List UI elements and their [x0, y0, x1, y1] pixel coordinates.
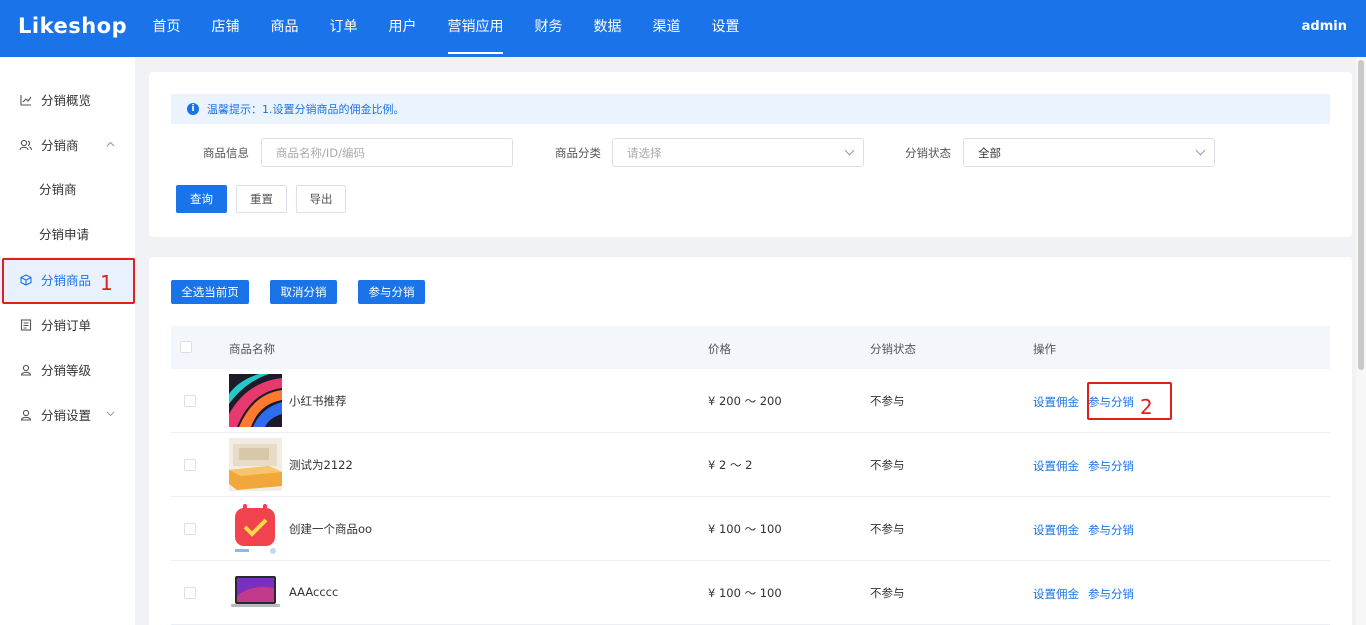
query-button[interactable]: 查询	[176, 185, 227, 213]
product-thumbnail	[229, 566, 282, 619]
nav-orders[interactable]: 订单	[314, 0, 373, 57]
row-checkbox[interactable]	[184, 395, 196, 407]
nav-finance[interactable]: 财务	[519, 0, 578, 57]
sidebar-item-label: 分销商	[41, 138, 79, 153]
sidebar-item-label: 分销概览	[41, 93, 92, 108]
user-icon	[19, 363, 32, 376]
scrollbar-thumb[interactable]	[1358, 60, 1364, 370]
sidebar-item-label: 分销设置	[41, 408, 92, 423]
nav-channel[interactable]: 渠道	[637, 0, 696, 57]
product-price: ¥ 200 ～ 200	[708, 394, 782, 408]
product-price: ¥ 100 ～ 100	[708, 522, 782, 536]
product-name: 小红书推荐	[289, 394, 347, 408]
goods-info-placeholder: 商品名称/ID/编码	[276, 145, 365, 160]
product-thumbnail	[229, 438, 282, 491]
header-ops: 操作	[1033, 342, 1056, 356]
set-commission-link[interactable]: 设置佣金	[1033, 394, 1079, 410]
chevron-down-icon	[1195, 145, 1206, 156]
join-distribution-link[interactable]: 参与分销	[1088, 522, 1134, 538]
header-price: 价格	[708, 342, 731, 356]
page-scrollbar[interactable]	[1356, 57, 1366, 625]
row-checkbox[interactable]	[184, 459, 196, 471]
users-icon	[19, 138, 32, 151]
join-distribution-link[interactable]: 参与分销	[1088, 458, 1134, 474]
sidebar-item-distributors[interactable]: 分销商	[0, 122, 135, 167]
sidebar: 分销概览 分销商 分销商 分销申请 分销商品 分销订单 分销等级 分销设置	[0, 57, 135, 625]
category-label: 商品分类	[555, 146, 601, 160]
annotation-box-2	[1087, 382, 1172, 420]
chevron-down-icon	[106, 409, 115, 420]
export-button[interactable]: 导出	[296, 185, 346, 213]
nav-data[interactable]: 数据	[578, 0, 637, 57]
row-checkbox[interactable]	[184, 523, 196, 535]
join-distribution-button[interactable]: 参与分销	[358, 280, 425, 304]
tip-text: 温馨提示：1.设置分销商品的佣金比例。	[207, 103, 405, 116]
product-name: AAAcccc	[289, 585, 339, 599]
annotation-number-2: 2	[1140, 395, 1153, 419]
product-name: 测试为2122	[289, 458, 353, 472]
product-thumbnail	[229, 374, 282, 427]
table-header: 商品名称 价格 分销状态 操作	[171, 326, 1330, 369]
category-placeholder: 请选择	[627, 145, 662, 160]
table-row: 测试为2122 ¥ 2 ～ 2 不参与 设置佣金 参与分销	[171, 433, 1330, 497]
select-all-checkbox[interactable]	[180, 341, 192, 353]
status-select[interactable]: 全部	[963, 138, 1215, 167]
sidebar-subitem-distributor[interactable]: 分销商	[0, 166, 135, 211]
info-icon: i	[187, 103, 199, 115]
sidebar-item-dist-settings[interactable]: 分销设置	[0, 392, 135, 437]
nav-settings[interactable]: 设置	[696, 0, 755, 57]
user-icon	[19, 408, 32, 421]
goods-info-label: 商品信息	[203, 146, 249, 160]
product-price: ¥ 2 ～ 2	[708, 458, 753, 472]
chart-line-icon	[19, 93, 32, 106]
sidebar-item-label: 分销商	[39, 182, 77, 197]
sidebar-item-dist-orders[interactable]: 分销订单	[0, 302, 135, 347]
nav-marketing[interactable]: 营销应用	[432, 0, 519, 57]
table-row: AAAcccc ¥ 100 ～ 100 不参与 设置佣金 参与分销	[171, 561, 1330, 625]
product-name: 创建一个商品oo	[289, 522, 373, 536]
header-name: 商品名称	[229, 342, 275, 356]
set-commission-link[interactable]: 设置佣金	[1033, 458, 1079, 474]
product-thumbnail	[229, 502, 282, 555]
row-checkbox[interactable]	[184, 587, 196, 599]
nav-shop[interactable]: 店铺	[196, 0, 255, 57]
sidebar-item-label: 分销订单	[41, 318, 92, 333]
goods-info-input[interactable]: 商品名称/ID/编码	[261, 138, 513, 167]
set-commission-link[interactable]: 设置佣金	[1033, 522, 1079, 538]
status-value: 全部	[978, 145, 1001, 160]
distribution-status: 不参与	[870, 458, 905, 472]
sidebar-item-label: 分销等级	[41, 363, 92, 378]
chevron-up-icon	[106, 139, 115, 150]
logo[interactable]: Likeshop	[18, 14, 127, 38]
select-page-button[interactable]: 全选当前页	[171, 280, 249, 304]
distribution-status: 不参与	[870, 522, 905, 536]
tip-banner: i 温馨提示：1.设置分销商品的佣金比例。	[171, 94, 1330, 124]
category-select[interactable]: 请选择	[612, 138, 864, 167]
annotation-number-1: 1	[100, 271, 113, 295]
sidebar-item-overview[interactable]: 分销概览	[0, 77, 135, 122]
nav-home[interactable]: 首页	[137, 0, 196, 57]
sidebar-subitem-application[interactable]: 分销申请	[0, 211, 135, 256]
chevron-down-icon	[844, 145, 855, 156]
top-navbar: Likeshop 首页 店铺 商品 订单 用户 营销应用 财务 数据 渠道 设置…	[0, 0, 1366, 57]
join-distribution-link[interactable]: 参与分销	[1088, 586, 1134, 602]
distribution-status: 不参与	[870, 586, 905, 600]
sidebar-item-dist-levels[interactable]: 分销等级	[0, 347, 135, 392]
annotation-box-1	[2, 258, 135, 304]
user-menu[interactable]: admin	[1302, 19, 1347, 34]
cancel-distribution-button[interactable]: 取消分销	[270, 280, 337, 304]
set-commission-link[interactable]: 设置佣金	[1033, 586, 1079, 602]
product-price: ¥ 100 ～ 100	[708, 586, 782, 600]
header-status: 分销状态	[870, 342, 916, 356]
reset-button[interactable]: 重置	[236, 185, 287, 213]
order-icon	[19, 318, 32, 331]
table-row: 创建一个商品oo ¥ 100 ～ 100 不参与 设置佣金 参与分销	[171, 497, 1330, 561]
main-nav: 首页 店铺 商品 订单 用户 营销应用 财务 数据 渠道 设置	[137, 0, 755, 57]
distribution-status: 不参与	[870, 394, 905, 408]
nav-users[interactable]: 用户	[373, 0, 432, 57]
nav-goods[interactable]: 商品	[255, 0, 314, 57]
sidebar-item-label: 分销申请	[39, 227, 90, 242]
status-label: 分销状态	[905, 146, 951, 160]
